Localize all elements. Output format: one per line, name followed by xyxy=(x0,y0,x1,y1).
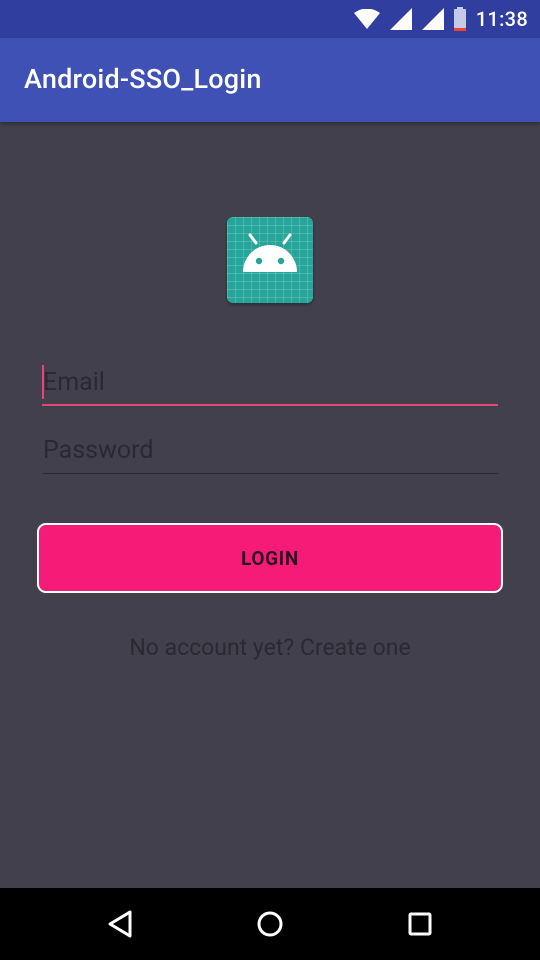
status-bar: 11:38 xyxy=(0,0,540,38)
home-icon[interactable] xyxy=(252,906,288,942)
email-input[interactable] xyxy=(42,362,498,402)
signal-icon xyxy=(389,8,412,30)
email-field[interactable] xyxy=(42,362,498,406)
status-icons: 11:38 xyxy=(353,0,528,38)
password-field[interactable] xyxy=(42,430,498,474)
app-logo xyxy=(227,217,313,303)
battery-icon xyxy=(453,7,466,31)
email-underline xyxy=(42,404,498,406)
status-time: 11:38 xyxy=(475,7,528,31)
recents-icon[interactable] xyxy=(402,906,438,942)
app-bar: Android-SSO_Login xyxy=(0,38,540,122)
login-button[interactable]: LOGIN xyxy=(37,523,503,593)
text-cursor xyxy=(42,365,44,399)
android-robot-icon xyxy=(243,233,297,272)
password-underline xyxy=(42,473,498,474)
back-icon[interactable] xyxy=(103,906,139,942)
login-screen: LOGIN No account yet? Create one xyxy=(0,122,540,888)
wifi-icon xyxy=(353,9,380,29)
signal-icon xyxy=(421,8,444,30)
password-input[interactable] xyxy=(42,430,498,470)
app-title: Android-SSO_Login xyxy=(24,63,262,95)
navigation-bar xyxy=(0,888,540,960)
create-account-link[interactable]: No account yet? Create one xyxy=(0,634,540,661)
